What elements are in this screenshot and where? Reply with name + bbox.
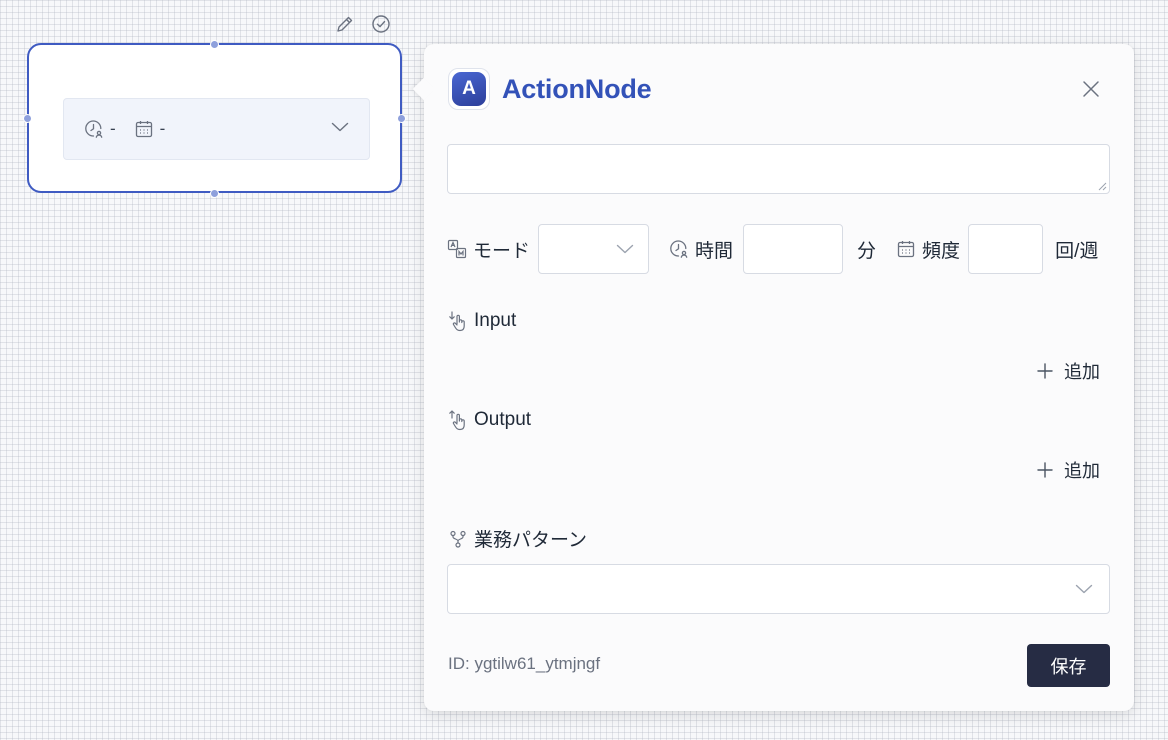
node-frequency: - <box>134 119 166 139</box>
node-frequency-value: - <box>159 119 166 138</box>
clock-user-icon <box>670 240 688 258</box>
time-input[interactable] <box>743 224 844 274</box>
pencil-icon[interactable] <box>334 13 356 35</box>
frequency-label: 頻度 <box>896 236 960 263</box>
node-handle-top[interactable] <box>210 40 219 49</box>
time-label-text: 時間 <box>695 240 734 262</box>
node-summary-dropdown[interactable]: - - <box>63 98 370 160</box>
frequency-label-text: 頻度 <box>922 240 961 262</box>
node-editor-panel: A ActionNode モード 時間 分 頻度 回/週 Input 追加 Ou… <box>412 44 1134 711</box>
calendar-icon <box>135 121 152 138</box>
node-handle-right[interactable] <box>397 114 406 123</box>
pattern-select[interactable] <box>447 564 1110 614</box>
mode-label: モード <box>447 236 530 263</box>
output-hand-icon <box>449 410 465 431</box>
input-add-button[interactable]: 追加 <box>1036 358 1100 384</box>
output-add-button[interactable]: 追加 <box>1036 457 1100 483</box>
node-id-text: ID: ygtilw61_ytmjngf <box>448 654 601 673</box>
input-label-text: Input <box>474 310 517 331</box>
output-section-label: Output <box>448 409 531 431</box>
pattern-section-label: 業務パターン <box>448 525 587 552</box>
panel-header: A ActionNode <box>448 68 652 110</box>
frequency-unit: 回/週 <box>1055 240 1099 262</box>
plus-icon <box>1037 462 1053 478</box>
calendar-icon <box>897 241 915 258</box>
avatar-letter: A <box>452 72 486 106</box>
close-icon[interactable] <box>1080 78 1102 100</box>
frequency-input[interactable] <box>968 224 1044 274</box>
node-handle-left[interactable] <box>23 114 32 123</box>
output-label-text: Output <box>474 409 532 430</box>
input-hand-icon <box>449 311 465 332</box>
clock-user-icon <box>85 120 103 138</box>
check-circle-icon[interactable] <box>370 13 392 35</box>
description-textarea[interactable] <box>447 144 1110 194</box>
chevron-down-icon <box>1075 584 1093 594</box>
chevron-down-icon <box>616 244 634 254</box>
time-label: 時間 <box>669 236 733 263</box>
translate-icon <box>447 239 467 259</box>
panel-title: ActionNode <box>502 73 652 104</box>
input-add-label: 追加 <box>1064 362 1100 382</box>
mode-label-text: モード <box>473 240 531 262</box>
save-button[interactable]: 保存 <box>1027 644 1110 687</box>
node-toolbar <box>334 13 392 35</box>
time-unit: 分 <box>857 240 877 262</box>
node-avatar: A <box>448 68 490 110</box>
output-add-label: 追加 <box>1064 461 1100 481</box>
input-section-label: Input <box>448 310 516 332</box>
mode-select[interactable] <box>538 224 650 274</box>
node-duration-value: - <box>110 119 116 138</box>
resize-grip-icon[interactable] <box>1097 181 1107 191</box>
plus-icon <box>1037 363 1053 379</box>
branch-icon <box>450 530 466 548</box>
chevron-down-icon <box>331 122 349 132</box>
node-duration: - <box>84 119 116 139</box>
panel-pointer <box>412 77 436 101</box>
pattern-label-text: 業務パターン <box>474 530 588 551</box>
action-node[interactable]: - - <box>23 40 406 198</box>
settings-row: モード 時間 分 頻度 回/週 <box>447 224 1098 274</box>
node-handle-bottom[interactable] <box>210 189 219 198</box>
